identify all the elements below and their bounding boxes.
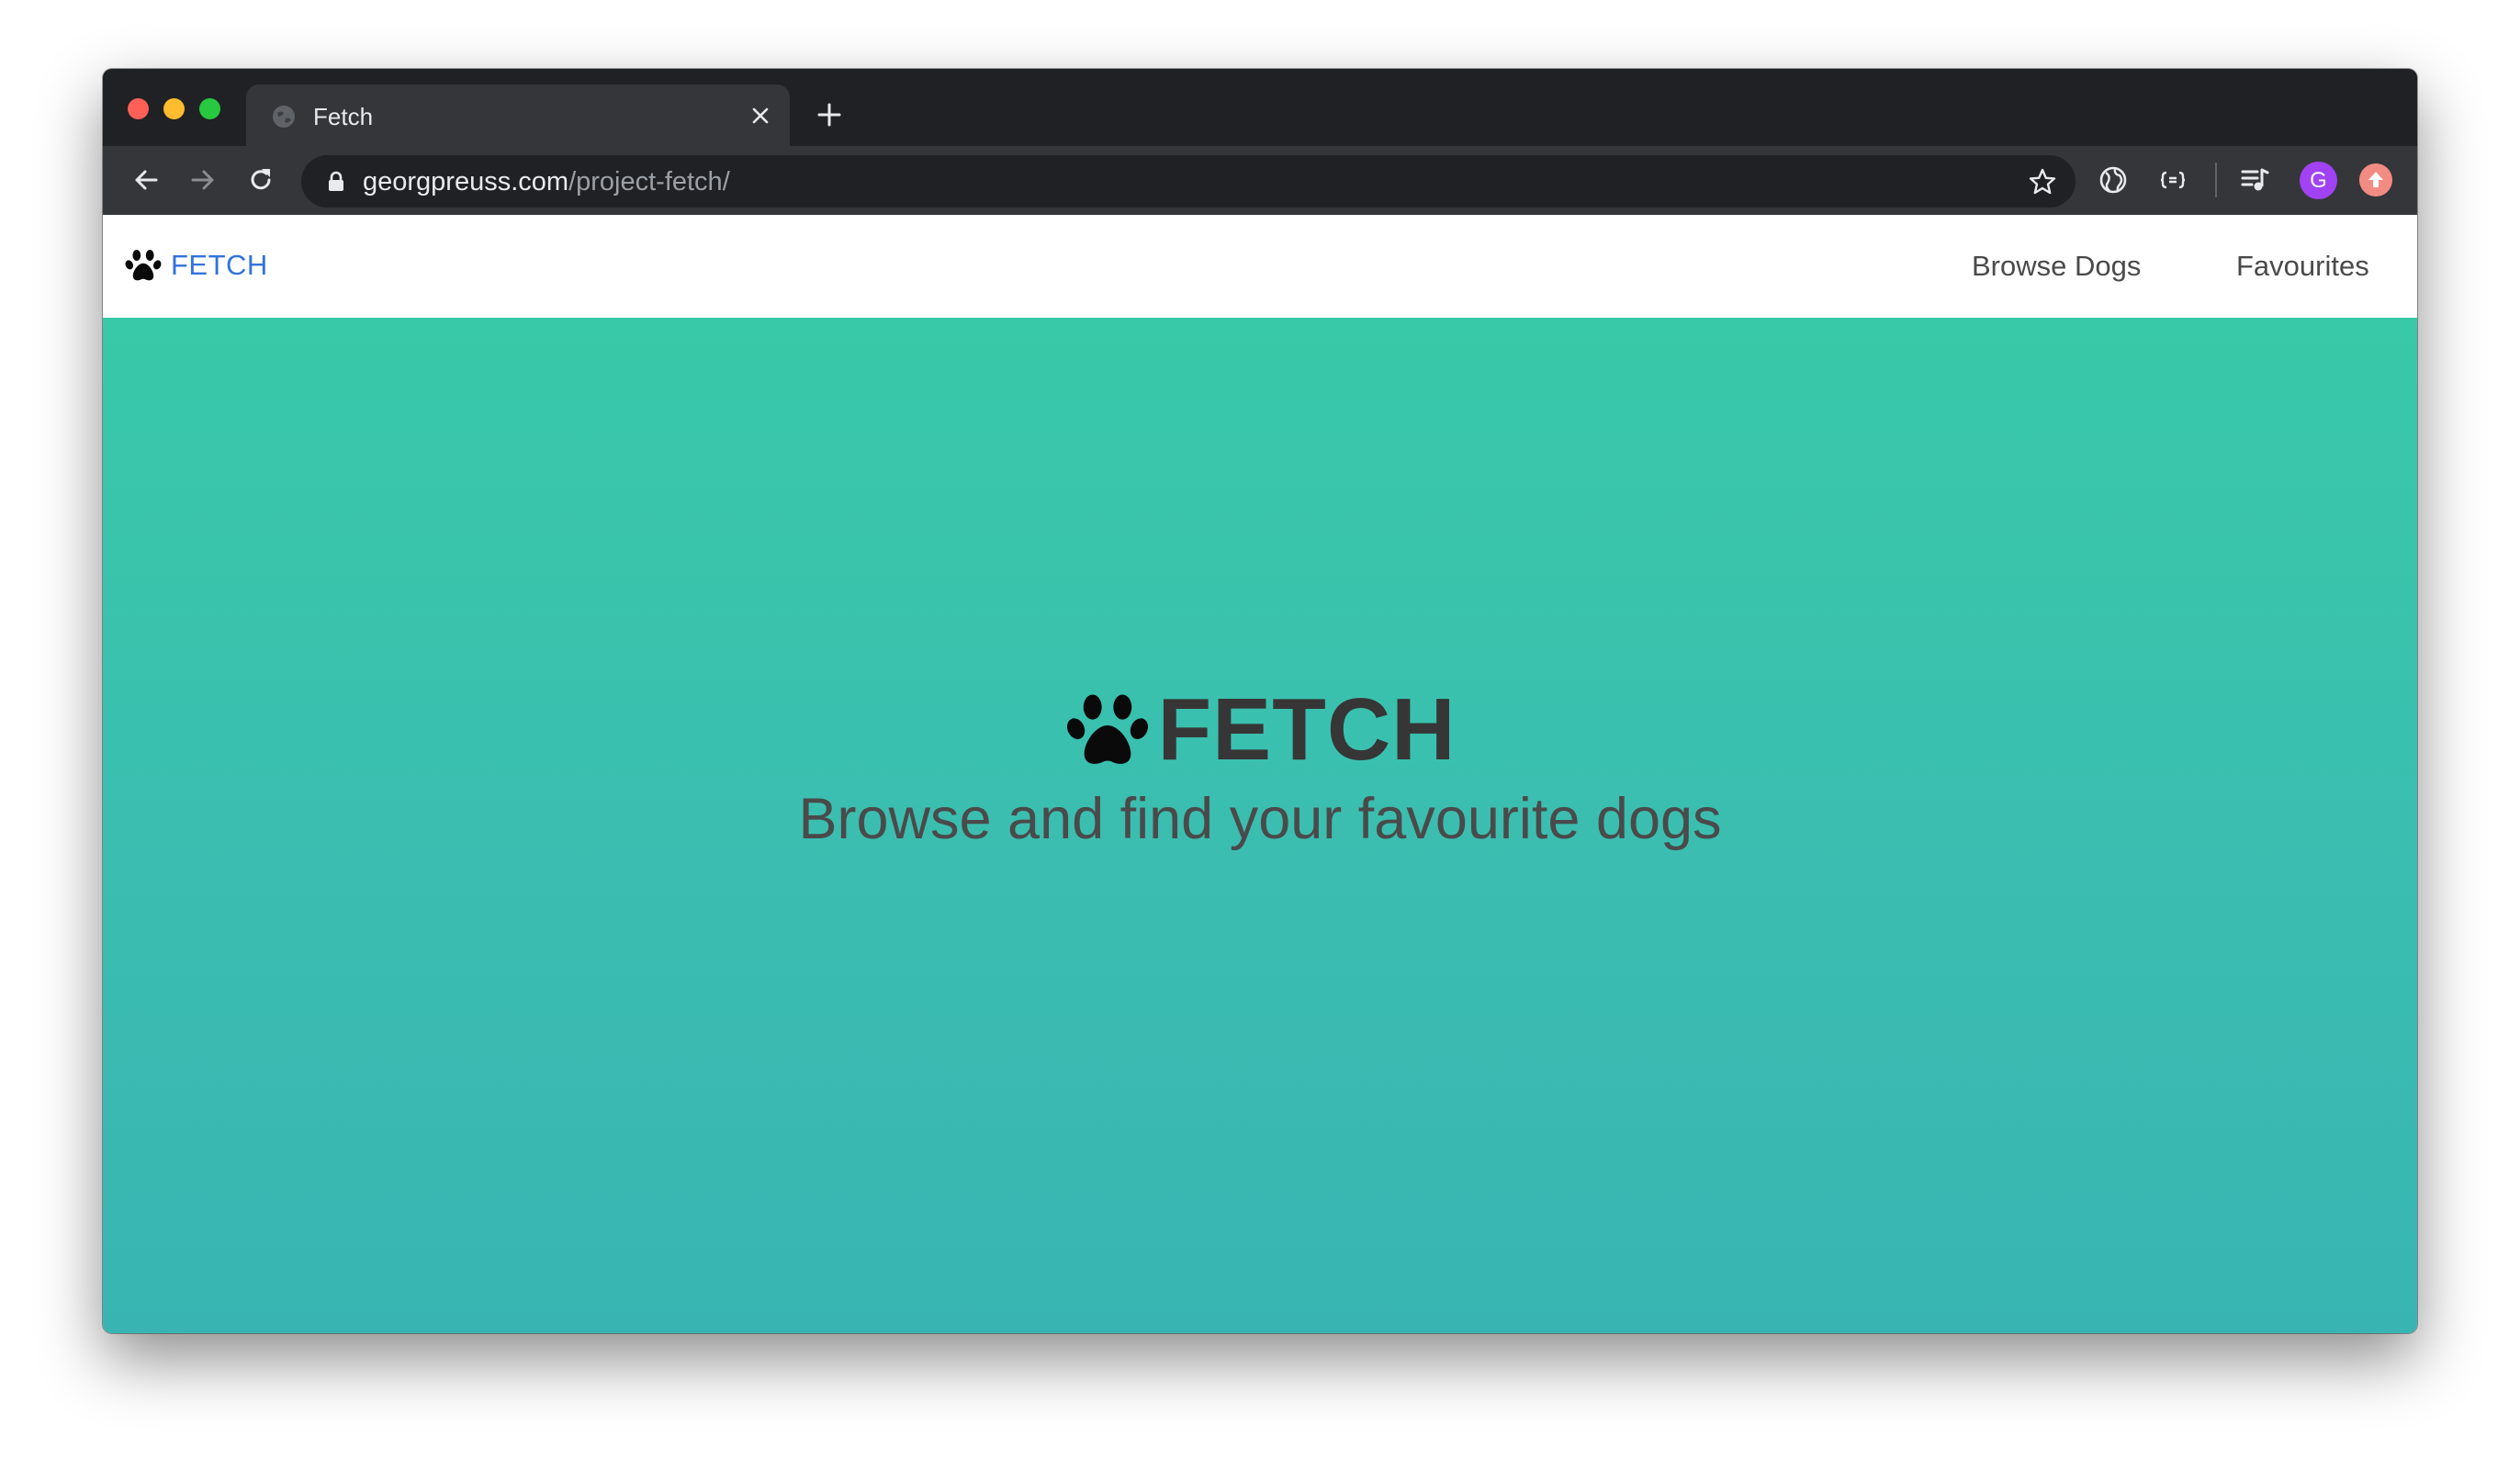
- brand-label: FETCH: [171, 249, 268, 281]
- reload-icon[interactable]: [245, 164, 276, 196]
- web-page: FETCH Browse Dogs Favourites FETCH Brows…: [103, 215, 2417, 1333]
- url-domain: georgpreuss.com: [363, 167, 569, 197]
- site-navbar: FETCH Browse Dogs Favourites: [103, 215, 2417, 319]
- url-path: /project-fetch/: [568, 167, 730, 197]
- tab-strip: Fetch: [103, 69, 2417, 146]
- browser-window: Fetch georgpreuss.com/project-fetch/ G F…: [103, 69, 2417, 1333]
- hero-title-row: FETCH: [103, 679, 2417, 780]
- bookmark-star-icon[interactable]: [2028, 167, 2057, 197]
- address-bar[interactable]: georgpreuss.com/project-fetch/: [301, 155, 2076, 208]
- window-close-button[interactable]: [128, 98, 149, 119]
- hero-title: FETCH: [1157, 680, 1457, 779]
- browser-toolbar: georgpreuss.com/project-fetch/ G: [103, 146, 2417, 215]
- brand-link[interactable]: FETCH: [125, 248, 268, 283]
- media-playlist-icon[interactable]: [2239, 164, 2270, 196]
- url-text[interactable]: georgpreuss.com/project-fetch/: [363, 166, 730, 197]
- json-extension-icon[interactable]: [2157, 164, 2188, 196]
- forward-arrow-icon[interactable]: [187, 164, 219, 196]
- window-maximize-button[interactable]: [199, 98, 220, 119]
- toolbar-divider: [2215, 163, 2217, 197]
- plus-icon[interactable]: [816, 101, 843, 129]
- browser-tab[interactable]: Fetch: [246, 84, 790, 146]
- paw-icon: [1066, 694, 1148, 764]
- tab-title: Fetch: [313, 103, 374, 130]
- extension-globe-icon[interactable]: [2098, 164, 2129, 196]
- globe-icon: [273, 106, 295, 128]
- hero-subtitle: Browse and find your favourite dogs: [798, 787, 1722, 851]
- close-icon[interactable]: [749, 105, 771, 127]
- paw-icon: [125, 250, 162, 281]
- window-minimize-button[interactable]: [163, 98, 185, 119]
- hero-section: FETCH Browse and find your favourite dog…: [103, 318, 2417, 1333]
- update-arrow-icon[interactable]: [2359, 163, 2392, 197]
- back-arrow-icon[interactable]: [130, 164, 162, 196]
- nav-link-browse-dogs[interactable]: Browse Dogs: [1972, 248, 2141, 285]
- lock-icon[interactable]: [327, 171, 345, 193]
- nav-link-favourites[interactable]: Favourites: [2236, 248, 2369, 285]
- profile-avatar[interactable]: G: [2300, 162, 2337, 199]
